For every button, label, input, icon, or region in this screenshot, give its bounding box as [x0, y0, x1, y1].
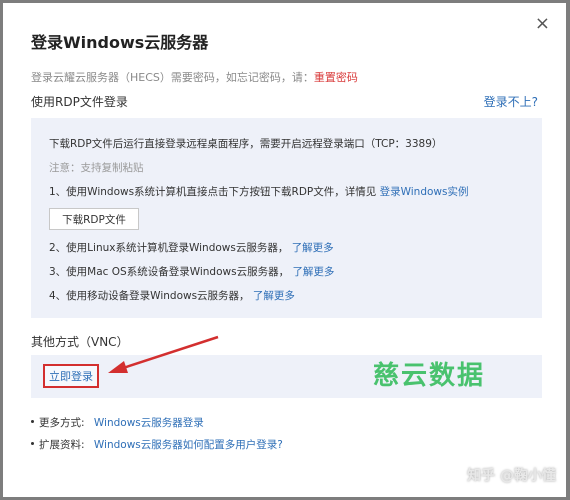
password-hint: 登录云耀云服务器（HECS）需要密码，如忘记密码，请：重置密码 [31, 69, 358, 85]
list-item: 扩展资料: Windows云服务器如何配置多用户登录? [31, 437, 283, 459]
rdp-item-3-text: 3、使用Mac OS系统设备登录Windows云服务器， [49, 266, 290, 278]
rdp-item-2-text: 2、使用Linux系统计算机登录Windows云服务器， [49, 242, 289, 254]
learn-more-mac-link[interactable]: 了解更多 [292, 266, 334, 278]
rdp-section-label: 使用RDP文件登录 [31, 95, 128, 109]
rdp-item-4: 4、使用移动设备登录Windows云服务器， 了解更多 [49, 288, 295, 303]
cant-login-link[interactable]: 登录不上? [484, 93, 538, 110]
download-rdp-button[interactable]: 下载RDP文件 [49, 208, 139, 230]
list-item: 更多方式: Windows云服务器登录 [31, 415, 283, 437]
dialog-title: 登录Windows云服务器 [31, 33, 209, 52]
rdp-item-2: 2、使用Linux系统计算机登录Windows云服务器， 了解更多 [49, 240, 334, 255]
rdp-item-1: 1、使用Windows系统计算机直接点击下方按钮下载RDP文件，详情见 登录Wi… [49, 184, 468, 199]
windows-login-link[interactable]: Windows云服务器登录 [94, 417, 204, 429]
rdp-intro: 下载RDP文件后运行直接登录远程桌面程序，需要开启远程登录端口（TCP：3389… [49, 138, 443, 150]
login-dialog: × 登录Windows云服务器 登录云耀云服务器（HECS）需要密码，如忘记密码… [3, 3, 566, 497]
login-now-button[interactable]: 立即登录 [43, 364, 99, 388]
rdp-item-1-text: 1、使用Windows系统计算机直接点击下方按钮下载RDP文件，详情见 [49, 186, 377, 198]
multi-user-login-link[interactable]: Windows云服务器如何配置多用户登录? [94, 439, 283, 451]
rdp-item-3: 3、使用Mac OS系统设备登录Windows云服务器， 了解更多 [49, 264, 334, 279]
rdp-panel: 下载RDP文件后运行直接登录远程桌面程序，需要开启远程登录端口（TCP：3389… [31, 118, 542, 318]
extra-links-list: 更多方式: Windows云服务器登录 扩展资料: Windows云服务器如何配… [31, 415, 283, 459]
learn-more-linux-link[interactable]: 了解更多 [292, 242, 334, 254]
rdp-section-header: 使用RDP文件登录 登录不上? [31, 93, 538, 113]
rdp-item-4-text: 4、使用移动设备登录Windows云服务器， [49, 290, 250, 302]
zhihu-watermark: 知乎 @鞠小懂 [467, 468, 556, 484]
red-arrow-annotation [108, 335, 219, 373]
watermark-text: 慈云数据 [373, 361, 486, 391]
bullet-dot [31, 420, 34, 423]
close-icon[interactable]: × [535, 15, 550, 33]
bullet-label: 更多方式: [39, 417, 85, 429]
learn-more-mobile-link[interactable]: 了解更多 [253, 290, 295, 302]
login-windows-instance-link[interactable]: 登录Windows实例 [380, 186, 469, 198]
bullet-dot [31, 442, 34, 445]
reset-password-link[interactable]: 重置密码 [314, 71, 358, 84]
rdp-note: 注意：支持复制粘贴 [49, 162, 144, 174]
password-hint-text: 登录云耀云服务器（HECS）需要密码，如忘记密码，请： [31, 71, 314, 84]
bullet-label: 扩展资料: [39, 439, 85, 451]
